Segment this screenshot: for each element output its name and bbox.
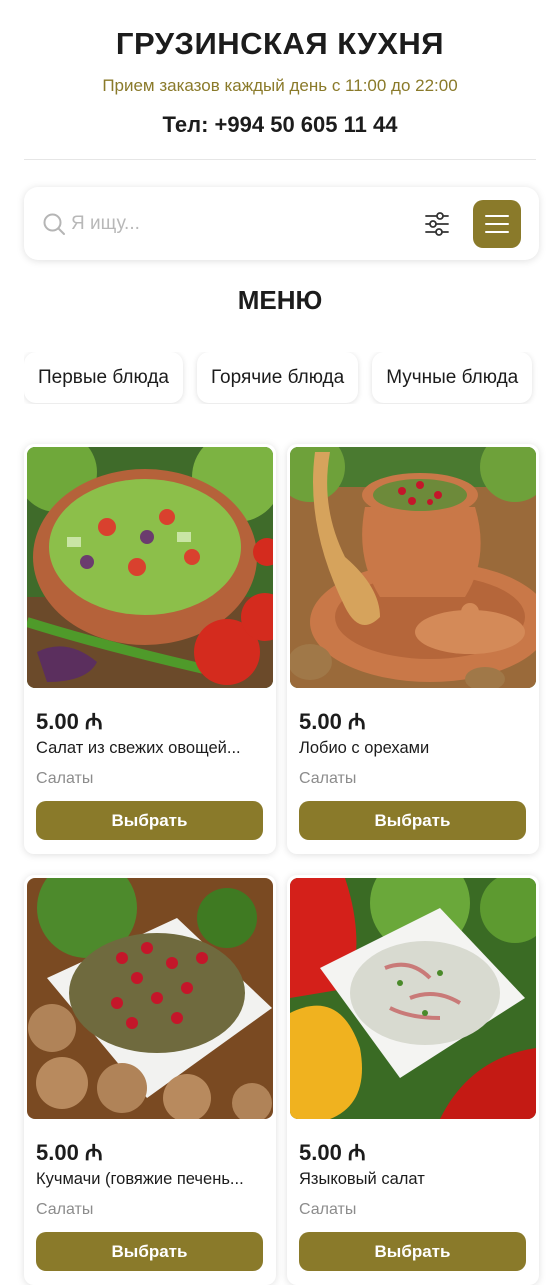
select-button[interactable]: Выбрать <box>299 801 526 840</box>
search-bar <box>24 187 539 260</box>
menu-title: МЕНЮ <box>237 285 323 315</box>
product-price: 5.00 ₼ <box>36 1140 103 1165</box>
product-card[interactable]: 5.00 ₼ Лобио с орехами Салаты Выбрать <box>287 444 539 854</box>
product-card[interactable]: 5.00 ₼ Языковый салат Салаты Выбрать <box>287 875 539 1285</box>
fresh-vegetable-salad-photo <box>27 447 273 688</box>
product-category: Салаты <box>36 770 94 787</box>
product-name: Языковый салат <box>299 1170 425 1188</box>
category-tab[interactable]: Горячие блюда <box>197 352 359 403</box>
search-input[interactable] <box>71 209 401 239</box>
product-name: Кучмачи (говяжие печень... <box>36 1170 244 1188</box>
category-tab[interactable]: Первые блюда <box>24 352 183 403</box>
product-card[interactable]: 5.00 ₼ Кучмачи (говяжие печень... Салаты… <box>24 875 276 1285</box>
product-name: Салат из свежих овощей... <box>36 739 241 757</box>
hamburger-menu-icon <box>485 223 509 226</box>
header-divider <box>24 159 536 160</box>
kuchmachi-walnut-photo <box>27 878 273 1119</box>
category-tab[interactable]: Мучные блюда <box>372 352 533 403</box>
filter-icon[interactable] <box>424 210 450 238</box>
order-hours: Прием заказов каждый день с 11:00 до 22:… <box>102 76 458 95</box>
product-price: 5.00 ₼ <box>299 1140 366 1165</box>
product-price: 5.00 ₼ <box>36 709 103 734</box>
product-category: Салаты <box>299 770 357 787</box>
product-category: Салаты <box>36 1201 94 1218</box>
lobio-clay-pot-photo <box>290 447 536 688</box>
search-icon <box>43 213 65 235</box>
product-price: 5.00 ₼ <box>299 709 366 734</box>
restaurant-title: ГРУЗИНСКАЯ КУХНЯ <box>115 26 445 61</box>
site-header: ГРУЗИНСКАЯ КУХНЯ Прием заказов каждый де… <box>0 0 560 160</box>
select-button[interactable]: Выбрать <box>299 1232 526 1271</box>
hamburger-menu-icon <box>485 215 509 218</box>
select-button[interactable]: Выбрать <box>36 1232 263 1271</box>
product-category: Салаты <box>299 1201 357 1218</box>
category-tabs: Первые блюда Горячие блюда Мучные блюда <box>24 352 560 404</box>
product-card[interactable]: 5.00 ₼ Салат из свежих овощей... Салаты … <box>24 444 276 854</box>
hamburger-menu-icon <box>485 231 509 234</box>
phone-number[interactable]: Тел: +994 50 605 11 44 <box>0 111 560 139</box>
tongue-salad-photo <box>290 878 536 1119</box>
hamburger-menu-button[interactable] <box>473 200 521 248</box>
product-name: Лобио с орехами <box>299 739 430 757</box>
select-button[interactable]: Выбрать <box>36 801 263 840</box>
